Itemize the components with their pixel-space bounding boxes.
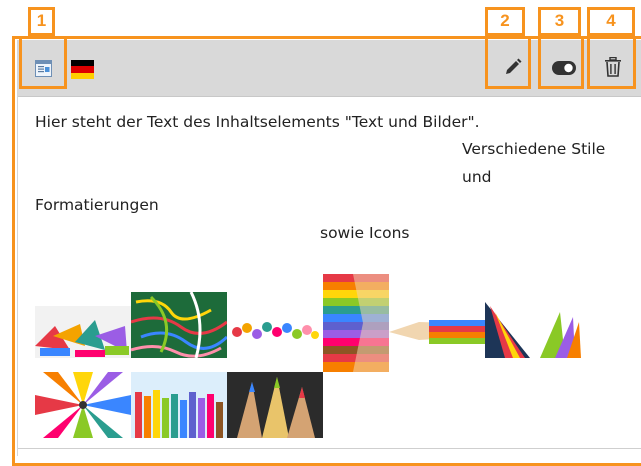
callout-3: 3 [538,7,581,36]
callout-2: 2 [485,7,525,36]
callout-4: 4 [587,7,635,36]
callout-1: 1 [28,7,55,36]
content-element-highlight [12,36,641,466]
